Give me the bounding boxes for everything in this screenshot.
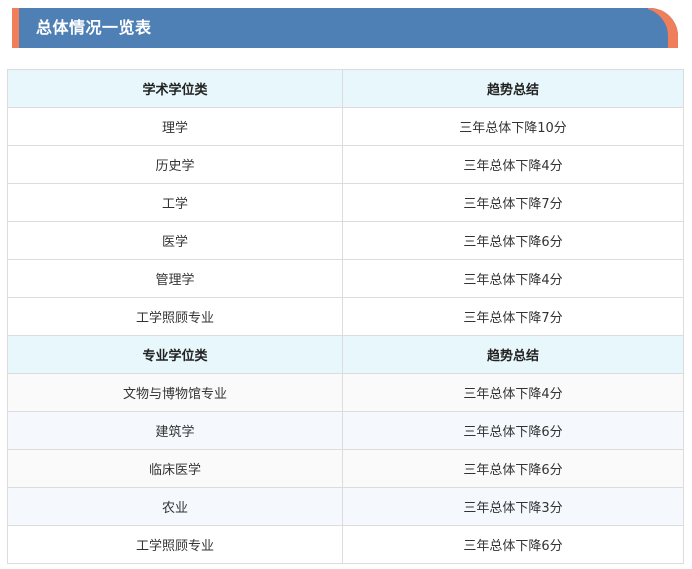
trend-cell: 三年总体下降6分 xyxy=(342,221,684,260)
trend-cell: 三年总体下降4分 xyxy=(342,259,684,298)
table-row: 建筑学 三年总体下降6分 xyxy=(7,411,684,450)
table-row: 文物与博物馆专业 三年总体下降4分 xyxy=(7,373,684,412)
trend-cell: 三年总体下降6分 xyxy=(342,411,684,450)
section-header-academic: 学术学位类 趋势总结 xyxy=(7,69,684,108)
table-row: 临床医学 三年总体下降6分 xyxy=(7,449,684,488)
category-cell: 工学照顾专业 xyxy=(7,525,343,564)
table-row: 工学 三年总体下降7分 xyxy=(7,183,684,222)
page-title: 总体情况一览表 xyxy=(36,18,152,37)
trend-cell: 三年总体下降4分 xyxy=(342,145,684,184)
table-row: 管理学 三年总体下降4分 xyxy=(7,259,684,298)
header-cell-category: 学术学位类 xyxy=(7,69,343,108)
header-cell-trend: 趋势总结 xyxy=(342,335,684,374)
title-bar: 总体情况一览表 xyxy=(12,8,678,48)
trend-cell: 三年总体下降6分 xyxy=(342,525,684,564)
trend-cell: 三年总体下降7分 xyxy=(342,297,684,336)
trend-cell: 三年总体下降7分 xyxy=(342,183,684,222)
category-cell: 医学 xyxy=(7,221,343,260)
category-cell: 理学 xyxy=(7,107,343,146)
section-header-professional: 专业学位类 趋势总结 xyxy=(7,335,684,374)
table-row: 工学照顾专业 三年总体下降7分 xyxy=(7,297,684,336)
title-accent-right xyxy=(624,8,678,48)
category-cell: 历史学 xyxy=(7,145,343,184)
header-cell-trend: 趋势总结 xyxy=(342,69,684,108)
category-cell: 临床医学 xyxy=(7,449,343,488)
title-accent-left xyxy=(12,8,19,48)
table-row: 历史学 三年总体下降4分 xyxy=(7,145,684,184)
trend-cell: 三年总体下降6分 xyxy=(342,449,684,488)
table-row: 农业 三年总体下降3分 xyxy=(7,487,684,526)
overview-table: 学术学位类 趋势总结 理学 三年总体下降10分 历史学 三年总体下降4分 工学 … xyxy=(7,69,684,564)
trend-cell: 三年总体下降4分 xyxy=(342,373,684,412)
trend-cell: 三年总体下降3分 xyxy=(342,487,684,526)
category-cell: 文物与博物馆专业 xyxy=(7,373,343,412)
category-cell: 工学照顾专业 xyxy=(7,297,343,336)
trend-cell: 三年总体下降10分 xyxy=(342,107,684,146)
category-cell: 建筑学 xyxy=(7,411,343,450)
header-cell-category: 专业学位类 xyxy=(7,335,343,374)
category-cell: 工学 xyxy=(7,183,343,222)
category-cell: 农业 xyxy=(7,487,343,526)
table-row: 工学照顾专业 三年总体下降6分 xyxy=(7,525,684,564)
table-row: 医学 三年总体下降6分 xyxy=(7,221,684,260)
table-row: 理学 三年总体下降10分 xyxy=(7,107,684,146)
category-cell: 管理学 xyxy=(7,259,343,298)
